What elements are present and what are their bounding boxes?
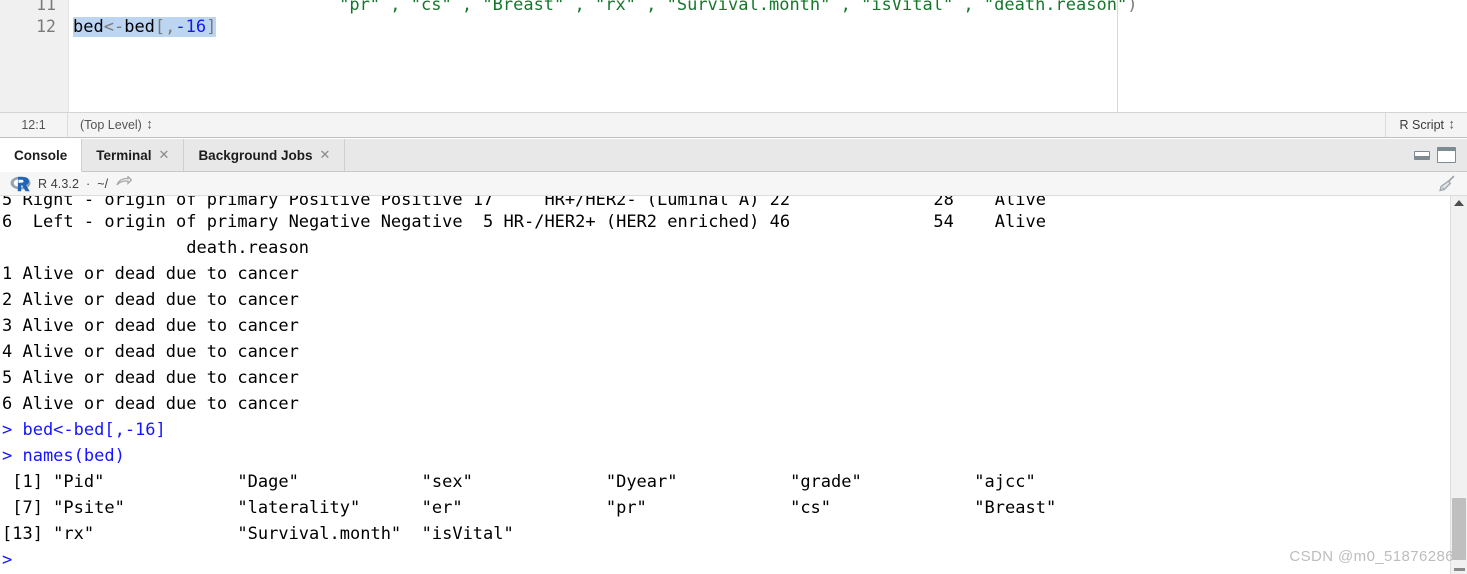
console-prompt[interactable]: >: [2, 547, 12, 573]
tab-console-label: Console: [14, 147, 68, 163]
code-scope-label: (Top Level): [80, 118, 142, 132]
console-line: 4 Alive or dead due to cancer: [2, 342, 299, 362]
tab-background-jobs-label: Background Jobs: [198, 147, 313, 163]
code-token-paren: ): [1127, 0, 1138, 15]
watermark: CSDN @m0_51876286: [1289, 548, 1454, 565]
console-line: 1 Alive or dead due to cancer: [2, 264, 299, 284]
file-type-selector[interactable]: R Script ↕: [1384, 113, 1467, 137]
console-line: death.reason: [2, 238, 310, 258]
tab-terminal[interactable]: Terminal ✕: [82, 139, 185, 171]
close-icon[interactable]: ✕: [319, 147, 330, 163]
console-output[interactable]: 5 Right - origin of primary Positive Pos…: [0, 196, 1438, 574]
r-version-label: R 4.3.2: [38, 176, 80, 191]
chevron-updown-icon: ↕: [1449, 116, 1455, 132]
rstudio-window: 11 12 "pr" , "cs" , "Breast" , "rx" , "S…: [0, 0, 1467, 574]
console-scrollbar-thumb[interactable]: [1452, 498, 1466, 560]
maximize-pane-icon[interactable]: [1437, 147, 1456, 163]
source-editor-pane[interactable]: 11 12 "pr" , "cs" , "Breast" , "rx" , "S…: [0, 0, 1467, 112]
code-token-bracket-open: [,: [154, 17, 176, 37]
code-token-number: -16: [175, 17, 207, 37]
console-line: [1] "Pid" "Dage" "sex" "Dyear" "grade" "…: [2, 472, 1036, 492]
editor-margin-guide: [1117, 0, 1118, 112]
console-line: [13] "rx" "Survival.month" "isVital": [2, 524, 514, 544]
console-line: 2 Alive or dead due to cancer: [2, 290, 299, 310]
console-command-line: > names(bed): [2, 446, 125, 466]
editor-selection-highlight: bed<-bed[,-16]: [73, 17, 217, 37]
file-type-label: R Script: [1399, 118, 1444, 132]
open-directory-arrow-icon[interactable]: [116, 174, 133, 193]
code-token-var-bed-left: bed: [73, 17, 104, 37]
tab-terminal-label: Terminal: [96, 147, 152, 163]
editor-line-number-gutter: 11 12: [0, 0, 69, 112]
chevron-updown-icon: ↕: [146, 116, 153, 132]
working-directory-label: ~/: [97, 176, 109, 191]
header-separator: ·: [86, 176, 91, 191]
console-pane: Console Terminal ✕ Background Jobs ✕ R 4…: [0, 139, 1467, 574]
code-token-strings: "pr" , "cs" , "Breast" , "rx" , "Surviva…: [73, 0, 1128, 15]
line-number-12: 12: [36, 17, 56, 36]
scroll-down-arrow-icon[interactable]: [1454, 568, 1465, 571]
code-scope-selector[interactable]: (Top Level) ↕: [68, 116, 155, 133]
console-tab-bar: Console Terminal ✕ Background Jobs ✕: [0, 139, 1467, 172]
code-token-var-bed-right: bed: [124, 17, 155, 37]
console-line: 3 Alive or dead due to cancer: [2, 316, 299, 336]
console-command-line: > bed<-bed[,-16]: [2, 420, 166, 440]
console-line: [7] "Psite" "laterality" "er" "pr" "cs" …: [2, 498, 1057, 518]
pane-window-buttons: [1404, 139, 1467, 171]
close-icon[interactable]: ✕: [159, 147, 170, 163]
scroll-up-arrow-icon[interactable]: [1454, 200, 1464, 206]
code-line-11: "pr" , "cs" , "Breast" , "rx" , "Surviva…: [73, 0, 1137, 18]
editor-code-area[interactable]: "pr" , "cs" , "Breast" , "rx" , "Surviva…: [69, 0, 1467, 112]
code-line-12: bed<-bed[,-16]: [73, 14, 217, 40]
console-line: 6 Alive or dead due to cancer: [2, 394, 299, 414]
minimize-pane-icon[interactable]: [1414, 150, 1430, 160]
console-line: 5 Alive or dead due to cancer: [2, 368, 299, 388]
code-token-assign: <-: [103, 17, 125, 37]
tab-background-jobs[interactable]: Background Jobs ✕: [184, 139, 346, 171]
console-line: 6 Left - origin of primary Negative Nega…: [2, 212, 1046, 232]
tab-console[interactable]: Console: [0, 139, 83, 172]
tab-bar-filler: [345, 139, 1404, 171]
r-logo-icon: [10, 175, 31, 192]
console-scrollbar[interactable]: [1450, 196, 1467, 574]
console-header: R 4.3.2 · ~/: [0, 172, 1467, 196]
editor-status-bar: 12:1 (Top Level) ↕ R Script ↕: [0, 112, 1467, 138]
cursor-position-indicator: 12:1: [0, 113, 68, 137]
broom-icon[interactable]: [1437, 175, 1457, 193]
code-token-bracket-close: ]: [206, 17, 217, 37]
